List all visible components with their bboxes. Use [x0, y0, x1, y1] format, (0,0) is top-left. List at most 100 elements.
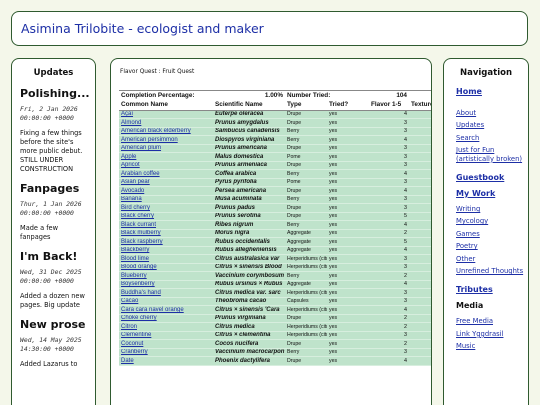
fruit-common-name[interactable]: Boysenberry [119, 280, 213, 289]
fruit-scientific-name: Theobroma cacao [213, 297, 285, 306]
fruit-tried: yes [327, 331, 369, 340]
fruit-tried: yes [327, 305, 369, 315]
fruit-common-name[interactable]: American persimmon [119, 135, 213, 145]
nav-link[interactable]: About [456, 109, 528, 117]
fruit-common-name[interactable]: Coconut [119, 339, 213, 349]
fruit-scientific-name: Coffea arabica [213, 169, 285, 179]
nav-link[interactable]: Just for Fun (artistically broken) [456, 146, 528, 163]
fruit-texture [409, 161, 431, 170]
nav-link[interactable]: Games [456, 230, 528, 238]
update-title[interactable]: Polishing... [20, 87, 90, 100]
fruit-common-name[interactable]: Bird cherry [119, 203, 213, 213]
main-content[interactable]: Flavor Quest : Fruit Quest Completion Pe… [110, 58, 432, 405]
fruit-flavor-rating: 3 [369, 152, 409, 162]
fruit-scientific-name: Euterpe oleracea [213, 110, 285, 119]
nav-guestbook-link[interactable]: Guestbook [456, 173, 528, 182]
fruit-common-name[interactable]: Black currant [119, 220, 213, 230]
nav-link[interactable]: Search [456, 134, 528, 142]
nav-link[interactable]: Writing [456, 205, 528, 213]
fruit-tried: yes [327, 186, 369, 196]
navigation-heading: Navigation [460, 68, 512, 78]
nav-my-work-link[interactable]: My Work [456, 189, 528, 198]
fruit-common-name[interactable]: Arabian coffee [119, 169, 213, 179]
fruit-flavor-rating: 5 [369, 237, 409, 247]
fruit-type: Pome [285, 178, 327, 187]
nav-link[interactable]: Music [456, 342, 528, 350]
fruit-common-name[interactable]: Apricot [119, 161, 213, 170]
nav-link[interactable]: Mycology [456, 217, 528, 225]
table-row: Black mulberry Morus nigra Aggregate yes 2 [119, 229, 431, 238]
updates-panel[interactable]: Updates Polishing... Fri, 2 Jan 2026 00:0… [11, 58, 96, 405]
nav-link[interactable]: Other [456, 255, 528, 263]
home-links: About Updates Search Just for Fun (artistic… [456, 109, 528, 163]
fruit-scientific-name: Prunus serotina [213, 212, 285, 221]
fruit-common-name[interactable]: Blood lime [119, 254, 213, 264]
nav-link[interactable]: Unrefined Thoughts [456, 267, 528, 275]
fruit-common-name[interactable]: Cranberry [119, 348, 213, 357]
fruit-scientific-name: Prunus armeniaca [213, 161, 285, 170]
update-title[interactable]: I'm Back! [20, 250, 87, 263]
nav-tributes-link[interactable]: Tributes [456, 285, 528, 294]
fruit-common-name[interactable]: Black mulberry [119, 229, 213, 238]
fruit-common-name[interactable]: Blueberry [119, 271, 213, 281]
fruit-common-name[interactable]: Black raspberry [119, 237, 213, 247]
fruit-scientific-name: Ribes nigrum [213, 220, 285, 230]
fruit-flavor-rating: 4 [369, 186, 409, 196]
fruit-tried: yes [327, 246, 369, 255]
fruit-flavor-rating: 4 [369, 110, 409, 119]
nav-link[interactable]: Poetry [456, 242, 528, 250]
fruit-tried: yes [327, 237, 369, 247]
fruit-common-name[interactable]: American plum [119, 144, 213, 153]
table-row: Date Phoenix dactylifera Drupe yes 4 [119, 356, 431, 366]
fruit-common-name[interactable]: Cara cara navel orange [119, 305, 213, 315]
fruit-type: Aggregate [285, 280, 327, 289]
fruit-common-name[interactable]: Choke cherry [119, 314, 213, 323]
fruit-scientific-name: Citrus × sinensis Blood [213, 263, 285, 272]
fruit-type: Aggregate [285, 237, 327, 247]
fruit-flavor-rating: 4 [369, 280, 409, 289]
update-body: Fixing a few things before the site's mo… [20, 129, 83, 173]
fruit-type: Drupe [285, 118, 327, 128]
fruit-common-name[interactable]: Blackberry [119, 246, 213, 255]
fruit-common-name[interactable]: Date [119, 356, 213, 366]
fruit-common-name[interactable]: Clementine [119, 331, 213, 340]
update-title[interactable]: Fanpages [20, 182, 87, 195]
fruit-common-name[interactable]: Cacao [119, 297, 213, 306]
fruit-common-name[interactable]: Açaí [119, 110, 213, 119]
fruit-common-name[interactable]: American black elderberry [119, 127, 213, 136]
fruit-common-name[interactable]: Asian pear [119, 178, 213, 187]
fruit-common-name[interactable]: Avocado [119, 186, 213, 196]
update-entry: New prose Wed, 14 May 2025 14:30:00 +0000… [12, 318, 95, 369]
fruit-common-name[interactable]: Apple [119, 152, 213, 162]
nav-link[interactable]: Updates [456, 121, 528, 129]
nav-link[interactable]: Link Yggdrasil [456, 330, 528, 338]
fruit-flavor-rating: 4 [369, 305, 409, 315]
fruit-tried: yes [327, 152, 369, 162]
fruit-texture [409, 178, 431, 187]
fruit-common-name[interactable]: Buddha's hand [119, 288, 213, 298]
fruit-tried: yes [327, 271, 369, 281]
site-header: Asimina Trilobite - ecologist and maker [11, 11, 528, 46]
fruit-flavor-rating: 4 [369, 169, 409, 179]
nav-home-link[interactable]: Home [456, 87, 528, 96]
fruit-common-name[interactable]: Blood orange [119, 263, 213, 272]
fruit-type: Herperidiums (citrus) [285, 263, 327, 272]
fruit-table-scroll[interactable]: Completion Percentage: 1.00% Number Trie… [119, 81, 431, 405]
fruit-texture [409, 203, 431, 213]
update-title[interactable]: New prose [20, 318, 87, 331]
fruit-common-name[interactable]: Citron [119, 322, 213, 332]
site-title[interactable]: Asimina Trilobite - ecologist and maker [21, 21, 264, 36]
fruit-flavor-rating: 3 [369, 127, 409, 136]
fruit-flavor-rating: 3 [369, 331, 409, 340]
nav-link[interactable]: Free Media [456, 317, 528, 325]
fruit-scientific-name: Prunus virginiana [213, 314, 285, 323]
fruit-common-name[interactable]: Banana [119, 195, 213, 204]
fruit-common-name[interactable]: Almond [119, 118, 213, 128]
fruit-texture [409, 135, 431, 145]
fruit-texture [409, 237, 431, 247]
fruit-tried: yes [327, 195, 369, 204]
fruit-texture [409, 254, 431, 264]
fruit-texture [409, 127, 431, 136]
fruit-texture [409, 314, 431, 323]
fruit-common-name[interactable]: Black cherry [119, 212, 213, 221]
